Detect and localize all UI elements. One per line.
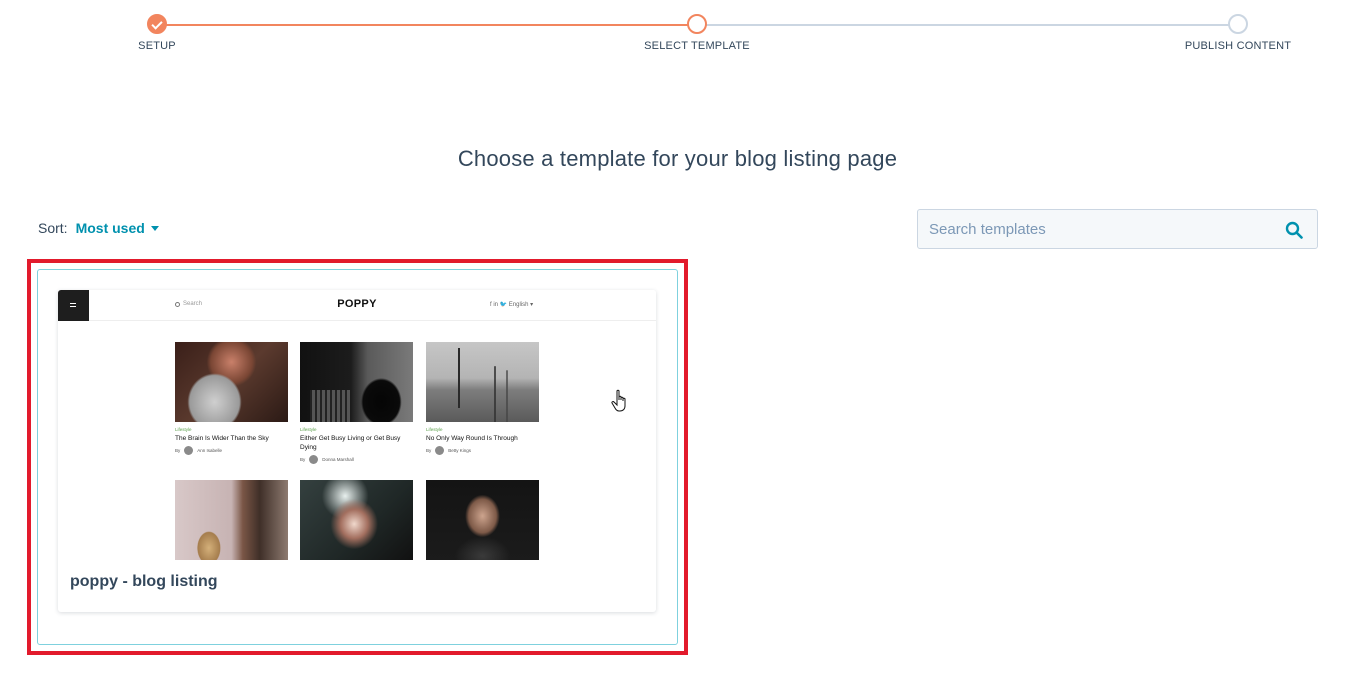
- preview-post-image: [300, 480, 413, 560]
- step-publish-content-label: PUBLISH CONTENT: [1184, 40, 1292, 52]
- preview-post-category: Lifestyle: [175, 427, 192, 432]
- progress-stepper: SETUP SELECT TEMPLATE PUBLISH CONTENT: [0, 0, 1355, 70]
- preview-post: [300, 480, 413, 560]
- sort-label: Sort:: [38, 220, 68, 236]
- preview-social-links: f in 🐦 English ▾: [490, 302, 534, 308]
- template-card-outline[interactable]: Search POPPY f in 🐦 English ▾ Lifestyle …: [37, 269, 678, 645]
- preview-post: Lifestyle Either Get Busy Living or Get …: [300, 342, 413, 464]
- preview-post-title: Either Get Busy Living or Get Busy Dying: [300, 435, 401, 451]
- preview-post: Lifestyle No Only Way Round Is Through B…: [426, 342, 539, 455]
- template-name: poppy - blog listing: [70, 573, 218, 590]
- preview-post-category: Lifestyle: [300, 427, 317, 432]
- caret-down-icon[interactable]: [150, 226, 159, 231]
- step-select-template-label: SELECT TEMPLATE: [644, 40, 750, 52]
- preview-post-title: The Brain Is Wider Than the Sky: [175, 435, 269, 442]
- preview-post-byline: By Ann Isabelle: [175, 446, 223, 455]
- avatar: [435, 446, 445, 455]
- step-setup[interactable]: SETUP: [82, 14, 232, 52]
- search-box: [917, 209, 1318, 249]
- preview-logo: POPPY: [337, 298, 377, 310]
- preview-nav: Search POPPY f in 🐦 English ▾: [58, 290, 656, 321]
- preview-post-byline: By Betty Kings: [426, 446, 472, 455]
- page-title: Choose a template for your blog listing …: [457, 146, 898, 171]
- preview-post-image: [300, 342, 413, 422]
- avatar: [184, 446, 194, 455]
- avatar: [309, 455, 319, 464]
- sort-dropdown[interactable]: Most used: [76, 220, 145, 236]
- hand-cursor-icon: [611, 389, 626, 412]
- preview-post-title: No Only Way Round Is Through: [426, 435, 518, 442]
- preview-post: [426, 480, 539, 560]
- step-setup-label: SETUP: [138, 40, 176, 52]
- current-step-icon: [687, 14, 707, 34]
- preview-post-image: [426, 480, 539, 560]
- preview-post-byline: By Donna Marshall: [300, 455, 354, 464]
- pending-step-icon: [1228, 14, 1248, 34]
- sort-control: Sort: Most used: [38, 220, 159, 236]
- step-publish-content[interactable]: PUBLISH CONTENT: [1163, 14, 1313, 52]
- preview-post: [175, 480, 288, 560]
- step-select-template[interactable]: SELECT TEMPLATE: [622, 14, 772, 52]
- preview-post: Lifestyle The Brain Is Wider Than the Sk…: [175, 342, 288, 455]
- preview-post-image: [175, 480, 288, 560]
- preview-post-category: Lifestyle: [426, 427, 443, 432]
- search-icon[interactable]: [1285, 221, 1303, 239]
- template-card[interactable]: Search POPPY f in 🐦 English ▾ Lifestyle …: [58, 290, 656, 612]
- search-input[interactable]: [918, 210, 1317, 248]
- template-preview[interactable]: Search POPPY f in 🐦 English ▾ Lifestyle …: [58, 290, 656, 560]
- selected-template-highlight: Search POPPY f in 🐦 English ▾ Lifestyle …: [27, 259, 688, 655]
- stepper-line-complete: [157, 24, 697, 26]
- stepper-line-incomplete: [697, 24, 1238, 26]
- preview-post-image: [175, 342, 288, 422]
- preview-post-image: [426, 342, 539, 422]
- check-icon: [147, 14, 167, 34]
